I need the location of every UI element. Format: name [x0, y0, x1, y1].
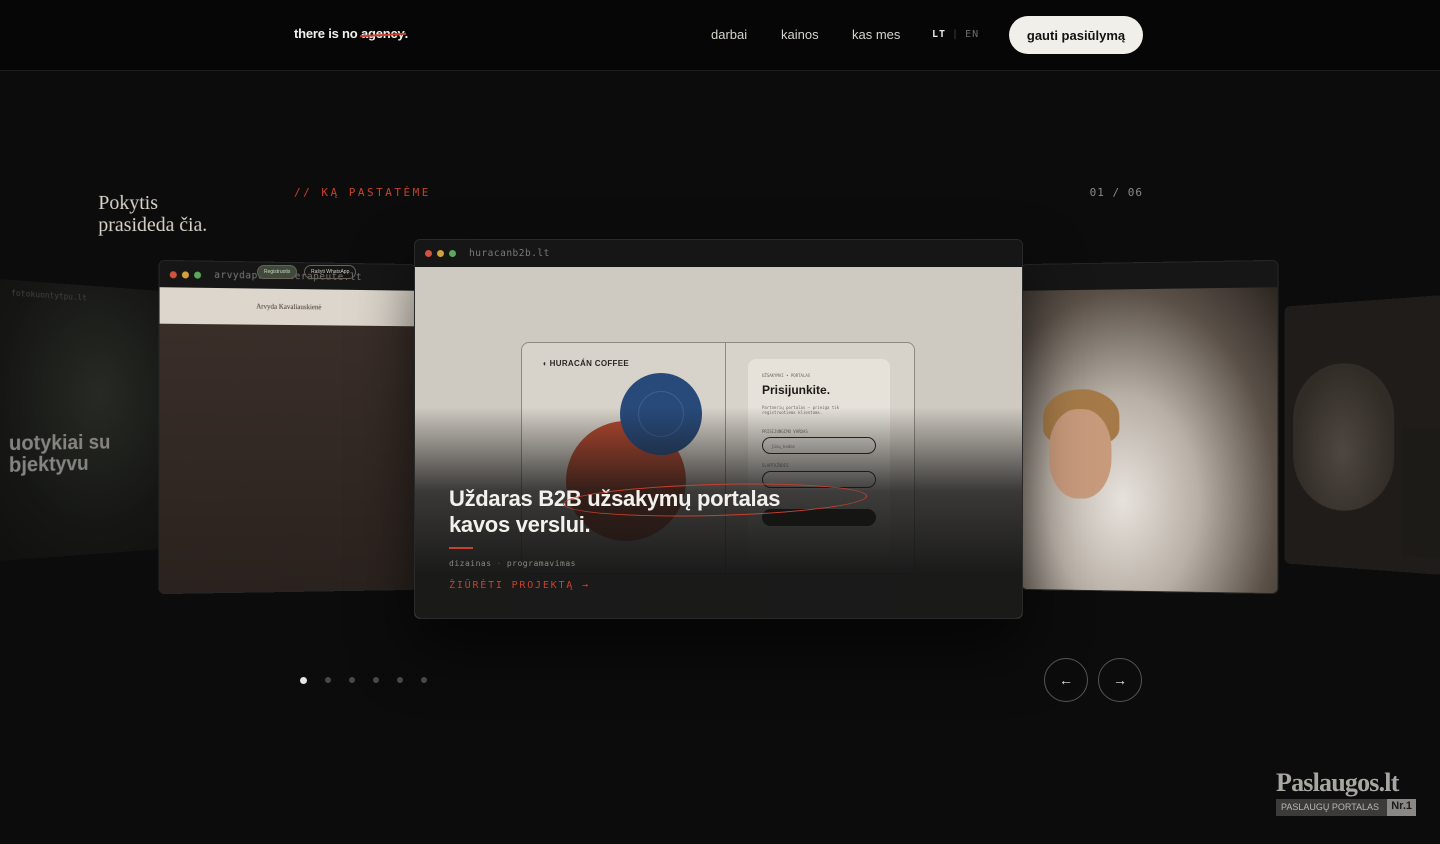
preview-login-title: Prisijunkite. — [762, 383, 830, 397]
badge-subtitle-bar: PASLAUGŲ PORTALAS Nr.1 — [1276, 799, 1416, 816]
preview-register-button: Registruotis — [257, 265, 297, 279]
pagination-dot-3[interactable] — [349, 677, 355, 683]
next-slide-button[interactable]: → — [1098, 658, 1142, 702]
preview-brand-logo: ◖ HURACÁN COFFEE — [542, 359, 629, 368]
preview-whatsapp-button: Rašyti WhatsApp — [304, 265, 356, 279]
nav-kas-mes[interactable]: kas mes — [852, 27, 900, 42]
minimize-dot-icon — [437, 250, 444, 257]
arrow-left-icon: ← — [1059, 672, 1073, 688]
close-dot-icon — [425, 250, 432, 257]
language-switch: LT | EN — [932, 29, 979, 40]
section-eyebrow: // KĄ PASTATĖME — [294, 186, 431, 199]
pagination-dot-5[interactable] — [397, 677, 403, 683]
project-preview-image — [0, 278, 170, 563]
project-preview-image — [1022, 287, 1278, 593]
project-tag: dizainas — [449, 559, 492, 568]
badge-title: Paslaugos.lt — [1276, 770, 1416, 796]
preview-photo-face — [1049, 409, 1112, 499]
preview-hero-image — [160, 324, 416, 593]
preview-headline-line: Pokytis — [98, 192, 207, 214]
project-card-far-left[interactable]: fotokuontytpu.lt uotykiai su bjektyvu — [0, 278, 170, 563]
project-card-far-right[interactable] — [1285, 293, 1440, 578]
pagination-dot-6[interactable] — [421, 677, 427, 683]
carousel-pagination — [300, 677, 427, 684]
maximize-dot-icon — [449, 250, 456, 257]
lang-separator: | — [952, 29, 959, 40]
preview-headline-line: prasideda čia. — [98, 214, 207, 236]
preview-topbar: Arvyda Kavaliauskienė — [160, 287, 416, 326]
maximize-dot-icon — [194, 271, 201, 278]
project-tags: dizainas · programavimas — [449, 559, 576, 568]
card-preview-title-line: uotykiai su — [9, 433, 110, 456]
browser-chrome: huracanb2b.lt — [415, 240, 1022, 266]
coffee-logo-icon: ◖ — [542, 359, 547, 368]
card-url: huracanb2b.lt — [469, 248, 550, 259]
nav-darbai[interactable]: darbai — [711, 27, 747, 42]
minimize-dot-icon — [182, 271, 189, 278]
arrow-right-icon: → — [1113, 672, 1127, 688]
pagination-dot-1[interactable] — [300, 677, 307, 684]
lang-en[interactable]: EN — [965, 29, 979, 40]
previous-slide-button[interactable]: ← — [1044, 658, 1088, 702]
accent-underline — [449, 547, 473, 549]
logo[interactable]: there is no agency. — [294, 26, 408, 41]
project-tag: programavimas — [507, 559, 576, 568]
logo-prefix: there is no — [294, 26, 361, 41]
preview-brand: Arvyda Kavaliauskienė — [256, 303, 321, 312]
site-header: there is no agency. darbai kainos kas me… — [0, 0, 1440, 71]
logo-struck-word: agency — [361, 26, 405, 41]
project-card-right[interactable] — [1021, 260, 1279, 594]
preview-login-label: UŽSAKYMAI • PORTALAS — [762, 373, 810, 378]
project-card-left[interactable]: arvydapsichoterapeute.lt Arvyda Kavaliau… — [159, 260, 417, 594]
badge-rank: Nr.1 — [1387, 799, 1416, 816]
view-project-link[interactable]: ŽIŪRĖTI PROJEKTĄ → — [449, 580, 590, 591]
project-preview-image — [1293, 361, 1394, 513]
preview-brand: HURACÁN COFFEE — [550, 359, 629, 368]
paslaugos-badge[interactable]: Paslaugos.lt PASLAUGŲ PORTALAS Nr.1 — [1276, 770, 1416, 816]
close-dot-icon — [170, 271, 177, 278]
badge-subtitle: PASLAUGŲ PORTALAS — [1276, 799, 1387, 816]
pagination-dot-2[interactable] — [325, 677, 331, 683]
get-offer-button[interactable]: gauti pasiūlymą — [1009, 16, 1143, 54]
nav-kainos[interactable]: kainos — [781, 27, 819, 42]
lang-lt[interactable]: LT — [932, 29, 946, 40]
preview-headline: Pokytis prasideda čia. — [98, 192, 207, 236]
project-preview: Arvyda Kavaliauskienė — [160, 287, 416, 593]
card-preview-title: uotykiai su bjektyvu — [9, 433, 110, 477]
slide-counter: 01 / 06 — [1090, 186, 1143, 199]
pagination-dot-4[interactable] — [373, 677, 379, 683]
tag-separator: · — [497, 559, 502, 568]
browser-chrome — [1022, 261, 1278, 291]
card-preview-title-line: bjektyvu — [9, 453, 110, 477]
